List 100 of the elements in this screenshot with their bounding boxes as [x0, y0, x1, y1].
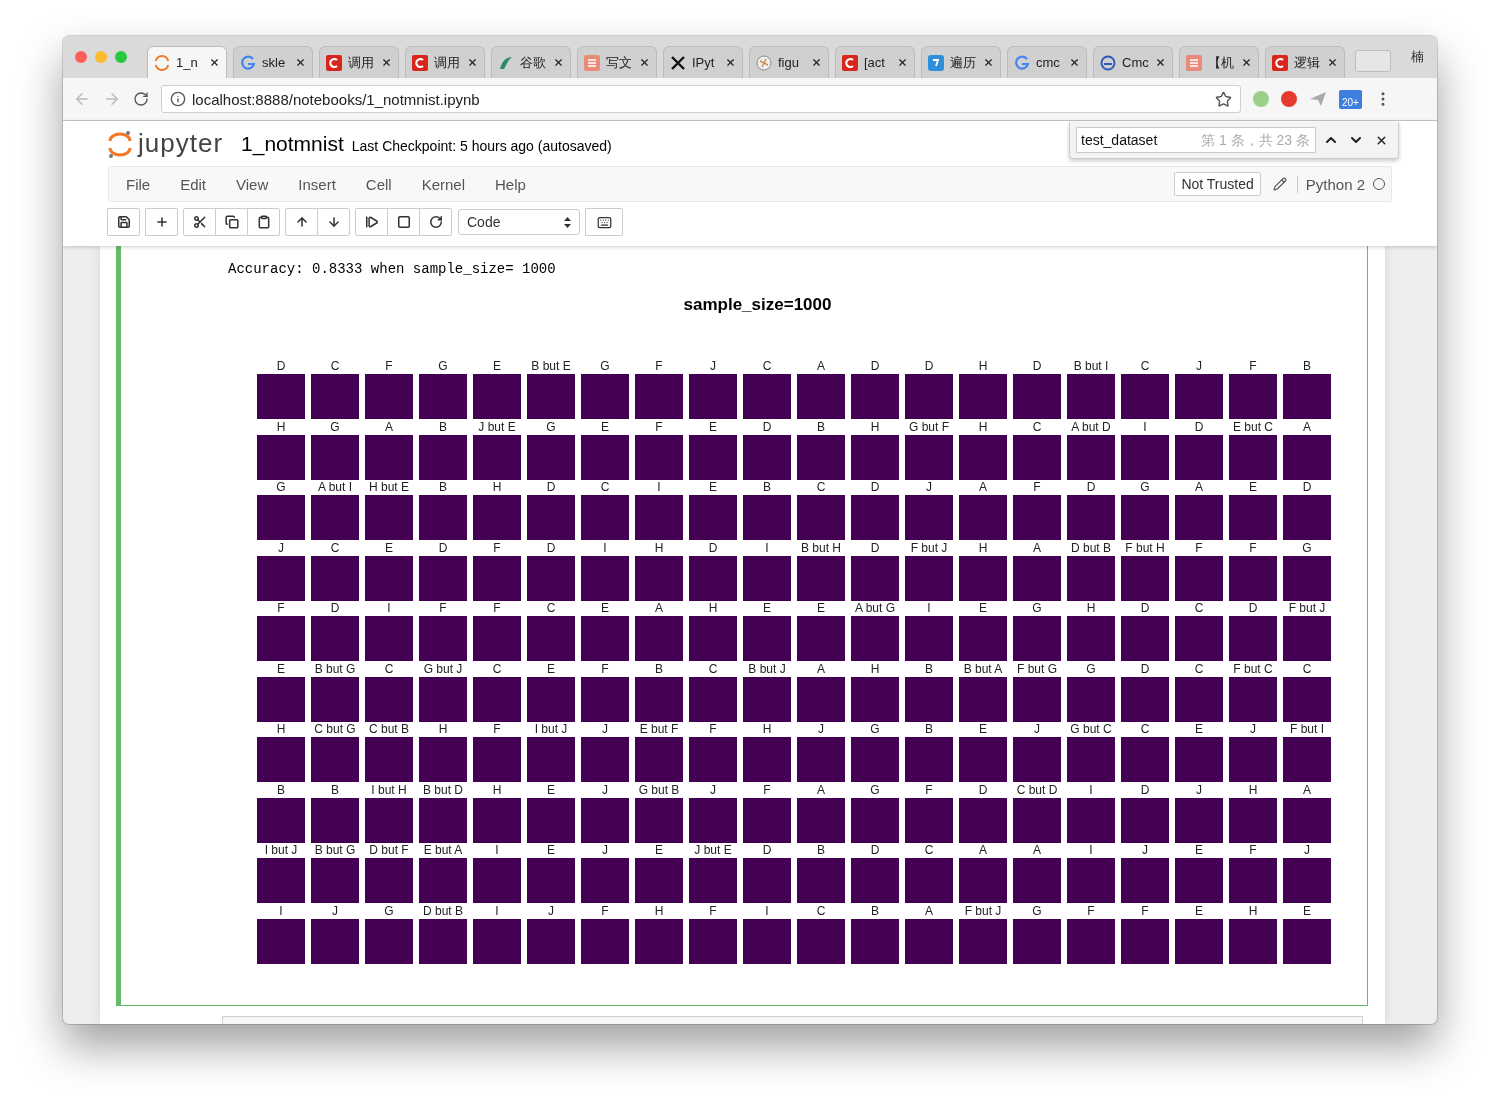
letter-image — [905, 434, 953, 480]
browser-tab[interactable]: 遍历 — [921, 46, 1001, 78]
keyboard-button[interactable] — [585, 208, 623, 236]
save-button[interactable] — [107, 208, 140, 236]
browser-tab[interactable]: [act — [835, 46, 915, 78]
panel-title: B — [1303, 360, 1311, 373]
profile-name[interactable]: 楠 — [1411, 48, 1424, 66]
menu-item[interactable]: Help — [484, 175, 537, 193]
letter-image — [1121, 434, 1169, 480]
close-icon[interactable] — [811, 57, 822, 68]
bookmark-star-icon[interactable] — [1215, 90, 1232, 108]
letter-image — [851, 495, 899, 540]
letter-image — [689, 616, 737, 661]
browser-tab[interactable]: Cmc — [1093, 46, 1173, 78]
panel-title: H — [276, 420, 286, 434]
menu-item[interactable]: Kernel — [410, 175, 476, 193]
paste-icon — [256, 215, 271, 229]
menu-item[interactable]: View — [225, 175, 280, 193]
panel-title: C but D — [1016, 783, 1058, 797]
copy-button[interactable] — [215, 208, 248, 236]
panel-title: D — [762, 844, 772, 857]
panel-title: D — [330, 602, 340, 615]
ring-icon — [154, 54, 170, 71]
close-icon[interactable] — [209, 57, 220, 68]
arrow-up-button[interactable] — [285, 208, 318, 236]
close-icon[interactable] — [983, 57, 994, 68]
panel-title: I — [603, 541, 607, 555]
trust-button[interactable]: Not Trusted — [1174, 172, 1261, 196]
run-button[interactable] — [355, 208, 388, 236]
browser-tab[interactable]: 调用 — [405, 46, 485, 78]
letter-image — [527, 374, 575, 419]
jupyter-logo-text[interactable]: jupyter — [138, 128, 224, 159]
browser-tab[interactable]: skle — [233, 46, 313, 78]
menu-item[interactable]: Cell — [354, 175, 403, 193]
letter-image — [1067, 858, 1115, 903]
panel-title: G — [1032, 904, 1042, 918]
panel-title: F but H — [1125, 541, 1165, 555]
panel-title: F — [439, 602, 447, 615]
close-icon[interactable] — [897, 57, 908, 68]
close-icon[interactable] — [639, 57, 650, 68]
panel-title: B but I — [1073, 360, 1109, 373]
extension-badge[interactable]: 20+ — [1339, 89, 1362, 109]
close-icon[interactable] — [467, 57, 478, 68]
browser-tab[interactable]: 1_n — [147, 46, 227, 78]
letter-image — [905, 797, 953, 843]
paste-button[interactable] — [247, 208, 280, 236]
reload-icon[interactable] — [133, 91, 149, 107]
browser-tab[interactable]: figu — [749, 46, 829, 78]
browser-tab[interactable]: 【机 — [1179, 46, 1259, 78]
panel-title: H — [276, 723, 286, 736]
notebook-name[interactable]: 1_notmnist — [241, 131, 344, 156]
panel-title: E — [1303, 904, 1311, 918]
letter-image — [473, 918, 521, 964]
menu-item[interactable]: Edit — [169, 175, 218, 193]
letter-image — [1283, 616, 1331, 661]
close-icon[interactable] — [1069, 57, 1080, 68]
menu-item[interactable]: Insert — [287, 175, 347, 193]
letter-image — [1283, 495, 1331, 540]
close-icon[interactable] — [295, 57, 306, 68]
letter-image — [1067, 676, 1115, 722]
arrow-down-button[interactable] — [317, 208, 350, 236]
cut-button[interactable] — [183, 208, 216, 236]
info-icon[interactable] — [170, 91, 186, 107]
panel-title: C — [762, 360, 772, 373]
close-icon[interactable] — [1155, 57, 1166, 68]
letter-image — [257, 434, 305, 480]
address-bar[interactable]: localhost:8888/notebooks/1_notmnist.ipynb — [161, 85, 1241, 113]
close-icon[interactable] — [553, 57, 564, 68]
edit-icon[interactable] — [1272, 177, 1287, 191]
panel-title: C — [492, 662, 502, 676]
cube-icon — [928, 54, 944, 71]
plus-button[interactable] — [145, 208, 178, 236]
panel-title: F — [1249, 844, 1257, 857]
close-icon[interactable] — [1241, 57, 1252, 68]
close-icon[interactable] — [1327, 57, 1338, 68]
panel-title: J — [1304, 844, 1310, 857]
browser-tab[interactable]: 写文 — [577, 46, 657, 78]
panel-title: J — [602, 723, 608, 736]
close-icon[interactable] — [725, 57, 736, 68]
close-icon[interactable] — [381, 57, 392, 68]
browser-tab[interactable]: 调用 — [319, 46, 399, 78]
panel-title: F — [493, 723, 501, 736]
cut-icon — [192, 215, 207, 229]
panel-title: E but A — [423, 844, 463, 857]
browser-tab[interactable]: 逻辑 — [1265, 46, 1345, 78]
letter-image — [527, 495, 575, 540]
c-logo-icon — [412, 54, 428, 71]
browser-tab[interactable]: 谷歌 — [491, 46, 571, 78]
panel-title: E but F — [639, 723, 679, 736]
browser-tab[interactable]: IPyt — [663, 46, 743, 78]
menu-item[interactable]: File — [115, 175, 162, 193]
restart-button[interactable] — [419, 208, 452, 236]
stop-button[interactable] — [387, 208, 420, 236]
browser-tab[interactable]: cmc — [1007, 46, 1087, 78]
panel-title: G — [870, 723, 880, 736]
panel-title: D but F — [369, 844, 409, 857]
extension-icon[interactable] — [1281, 91, 1297, 107]
letter-image — [959, 374, 1007, 419]
letter-image — [1121, 616, 1169, 661]
cell-type-select[interactable]: Code — [458, 209, 580, 235]
